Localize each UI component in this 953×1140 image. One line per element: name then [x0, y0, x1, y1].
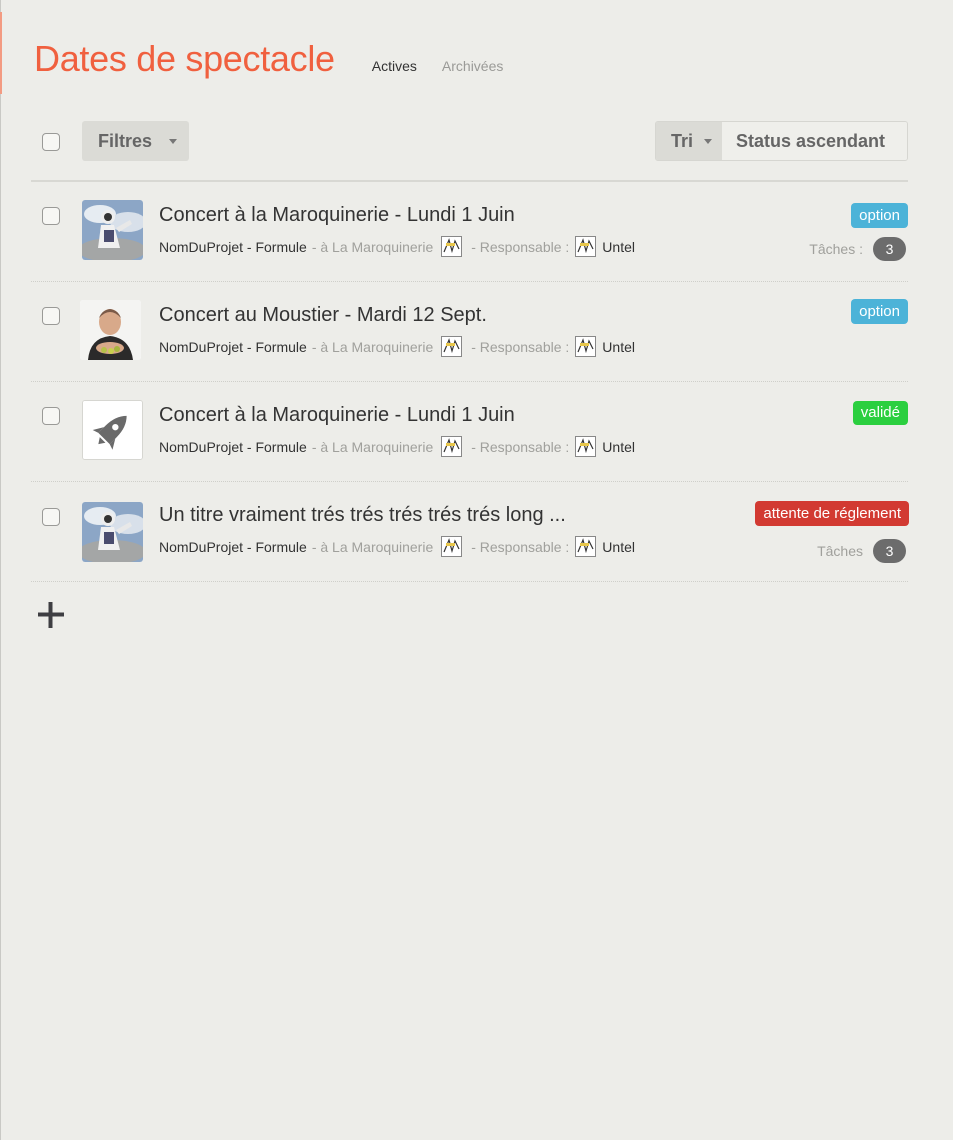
venue-logo-icon [441, 536, 463, 557]
page-header: Dates de spectacle Actives Archivées [34, 38, 528, 80]
tasks-counter: Tâches : 3 [809, 237, 906, 261]
left-edge-rule [0, 0, 1, 1140]
responsable-label: - Responsable : [471, 238, 570, 255]
status-badge: attente de réglement [755, 501, 909, 526]
sort-value[interactable]: Status ascendant [722, 122, 907, 160]
venue: - à La Maroquinerie [311, 238, 434, 255]
sort-control: Tri Status ascendant [655, 121, 908, 161]
tasks-count-badge: 3 [873, 237, 906, 261]
add-event-plus-icon[interactable] [37, 601, 65, 629]
responsable-name[interactable]: Untel [602, 239, 635, 255]
thumbnail-man-portrait-photo [80, 300, 141, 360]
status-badge: option [851, 299, 908, 324]
status-badge: option [851, 203, 908, 228]
sort-label: Tri [671, 130, 694, 151]
list-item[interactable]: Un titre vraiment trés trés trés trés tr… [31, 482, 909, 582]
thumbnail-rocket [82, 400, 143, 460]
responsable-label: - Responsable : [471, 438, 570, 455]
filter-label: Filtres [98, 130, 153, 151]
venue: - à La Maroquinerie [311, 438, 434, 455]
responsable-name[interactable]: Untel [602, 339, 635, 355]
status-badge: validé [852, 401, 908, 425]
row-checkbox[interactable] [42, 207, 60, 225]
list-item[interactable]: Concert à la Maroquinerie - Lundi 1 Juin… [31, 182, 908, 282]
row-checkbox[interactable] [42, 307, 60, 325]
tasks-label: Tâches [817, 543, 863, 559]
responsable-label: - Responsable : [471, 338, 570, 355]
tasks-count-badge: 3 [873, 539, 906, 563]
thumbnail-astronaut-photo [82, 200, 143, 260]
venue-logo-icon [441, 236, 463, 257]
responsable-name[interactable]: Untel [602, 539, 635, 555]
row-title[interactable]: Concert à la Maroquinerie - Lundi 1 Juin [159, 404, 515, 427]
list-toolbar: Filtres Tri Status ascendant [31, 121, 908, 161]
tab-actives[interactable]: Actives [372, 58, 417, 74]
venue: - à La Maroquinerie [311, 338, 434, 355]
responsable-avatar-icon [575, 536, 597, 557]
row-title[interactable]: Un titre vraiment trés trés trés trés tr… [159, 504, 566, 527]
left-edge-accent [0, 12, 2, 94]
row-meta: NomDuProjet - Formule - à La Maroquineri… [159, 236, 635, 257]
responsable-avatar-icon [575, 236, 597, 257]
caret-down-icon [704, 139, 712, 144]
row-meta: NomDuProjet - Formule - à La Maroquineri… [159, 336, 635, 357]
responsable-avatar-icon [575, 436, 597, 457]
list-item[interactable]: Concert à la Maroquinerie - Lundi 1 Juin… [31, 382, 908, 482]
status-tabs: Actives Archivées [372, 58, 529, 74]
venue-logo-icon [441, 436, 463, 457]
project-name: NomDuProjet - Formule [159, 338, 307, 355]
rocket-icon [83, 401, 142, 459]
project-name: NomDuProjet - Formule [159, 438, 307, 455]
responsable-name[interactable]: Untel [602, 439, 635, 455]
select-all-checkbox[interactable] [42, 133, 60, 151]
astronaut-photo-icon [82, 502, 143, 562]
tasks-counter: Tâches 3 [817, 539, 906, 563]
page-title: Dates de spectacle [34, 38, 335, 79]
astronaut-photo-icon [82, 200, 143, 260]
list-item[interactable]: Concert au Moustier - Mardi 12 Sept. Nom… [31, 282, 908, 382]
row-checkbox[interactable] [42, 407, 60, 425]
project-name: NomDuProjet - Formule [159, 538, 307, 555]
filter-dropdown-button[interactable]: Filtres [82, 121, 189, 161]
responsable-label: - Responsable : [471, 538, 570, 555]
row-checkbox[interactable] [42, 508, 60, 526]
venue-logo-icon [441, 336, 463, 357]
caret-down-icon [169, 139, 177, 144]
row-meta: NomDuProjet - Formule - à La Maroquineri… [159, 436, 635, 457]
project-name: NomDuProjet - Formule [159, 238, 307, 255]
row-title[interactable]: Concert au Moustier - Mardi 12 Sept. [159, 304, 487, 327]
tab-archivees[interactable]: Archivées [442, 58, 503, 74]
man-portrait-photo-icon [80, 300, 141, 360]
thumbnail-astronaut-photo [82, 502, 143, 562]
row-meta: NomDuProjet - Formule - à La Maroquineri… [159, 536, 635, 557]
tasks-label: Tâches : [809, 241, 863, 257]
row-title[interactable]: Concert à la Maroquinerie - Lundi 1 Juin [159, 204, 515, 227]
venue: - à La Maroquinerie [311, 538, 434, 555]
sort-dropdown-button[interactable]: Tri [656, 122, 722, 160]
responsable-avatar-icon [575, 336, 597, 357]
event-list: Concert à la Maroquinerie - Lundi 1 Juin… [31, 182, 909, 582]
